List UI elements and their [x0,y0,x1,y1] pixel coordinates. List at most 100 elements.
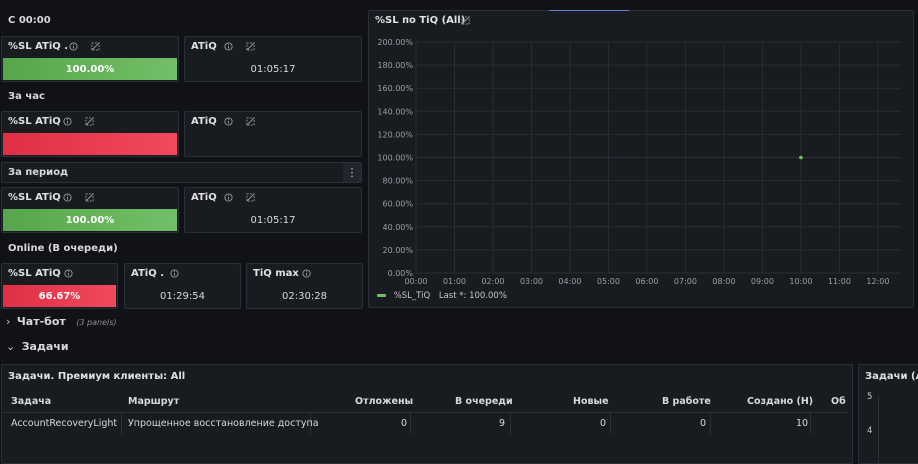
link-off-icon[interactable] [85,193,94,202]
row-title-tasks: Задачи [21,340,69,353]
info-icon[interactable] [63,117,72,126]
panel-title: %SL ATiQ [8,116,61,127]
stat-value: 01:05:17 [250,63,296,75]
y-tick-label: 40.00% [382,223,413,232]
info-icon[interactable] [63,193,72,202]
cell-created: 10 [796,418,809,429]
info-icon[interactable] [170,269,179,278]
panel-title: %SL ATiQ [8,192,61,203]
panel-tiq-max[interactable]: TiQ max 02:30:28 [246,263,363,309]
x-tick-label: 09:00 [751,277,774,286]
y-tick-label: 140.00% [377,107,413,116]
panel-sl-atiq-1[interactable]: %SL ATiQ . 100.00% [1,36,179,82]
stat-value: 01:29:54 [160,290,205,302]
table-header-postponed[interactable]: Отложены [355,396,413,407]
column-divider [710,412,711,434]
panel-atiq-4[interactable]: ATiQ . 01:29:54 [124,263,241,309]
panel-sl-atiq-4[interactable]: %SL ATiQ 66.67% [1,263,118,309]
stat-value: 02:30:28 [282,290,327,302]
link-off-icon[interactable] [246,42,255,51]
x-tick-label: 11:00 [828,277,851,286]
table-header-processed[interactable]: Обр [831,396,846,407]
cell-route: Упрощенное восстановление доступа [128,418,319,429]
legend-series-name: %SL_TiQ [393,291,431,301]
link-off-icon[interactable] [246,193,255,202]
stat-value: 01:05:17 [250,214,296,226]
table-header-new[interactable]: Новые [573,396,609,407]
section-per-period: За период [8,167,69,178]
data-point [799,155,803,160]
panel-sl-atiq-3[interactable]: %SL ATiQ 100.00% [1,187,179,233]
info-icon[interactable] [64,269,73,278]
chart-title: Задачи (All) [865,371,918,382]
section-per-period-bar: За период ⋮ [1,162,362,183]
panel-sl-atiq-2[interactable]: %SL ATiQ [1,111,179,157]
link-off-icon[interactable] [246,117,255,126]
panel-title: ATiQ [191,116,217,127]
y-tick-label: 100.00% [377,154,413,163]
y-tick-label: 120.00% [377,130,413,139]
cell-in-queue: 9 [499,418,506,429]
row-chatbot[interactable]: › Чат-бот (3 panels) [6,315,117,331]
panel-title: %SL ATiQ [8,268,61,279]
panel-title: TiQ max [253,268,299,279]
x-tick-label: 10:00 [789,277,812,286]
cell-new: 0 [600,418,607,429]
table-header-task[interactable]: Задача [11,396,51,407]
stat-value: 66.67% [3,285,116,307]
panel-atiq-3[interactable]: ATiQ 01:05:17 [184,187,362,233]
table-header-route[interactable]: Маршрут [128,396,179,407]
x-tick-label: 12:00 [866,277,889,286]
x-tick-label: 00:00 [404,277,427,286]
panel-title: %SL ATiQ . [8,41,69,52]
info-icon[interactable] [224,193,233,202]
column-divider [610,412,611,434]
chevron-right-icon: › [6,315,11,328]
x-tick-label: 03:00 [520,277,543,286]
panel-title: ATiQ . [131,268,164,279]
y-tick-label: 20.00% [382,246,413,255]
info-icon[interactable] [224,117,233,126]
chart-plot[interactable]: 0.00%20.00%40.00%60.00%80.00%100.00%120.… [369,11,915,309]
panel-sl-by-tiq-chart[interactable]: %SL по TiQ (All) 0.00% 20.00% 40.00% 60.00%… [368,10,914,308]
panel-tasks-chart[interactable]: Задачи (All) 5 4 [858,364,918,464]
chart-legend[interactable]: %SL_TiQ Last *: 100.00% [377,291,507,301]
column-divider [410,412,411,434]
section-since-midnight: С 00:00 [8,15,51,26]
info-icon[interactable] [69,42,78,51]
x-tick-label: 04:00 [558,277,581,286]
table-title: Задачи. Премиум клиенты: All [8,371,186,382]
column-divider [121,412,122,434]
link-off-icon[interactable] [91,42,100,51]
link-off-icon[interactable] [85,117,94,126]
table-header-in-queue[interactable]: В очереди [455,396,513,407]
y-tick-label: 160.00% [377,84,413,93]
info-icon[interactable] [224,42,233,51]
stat-value: 100.00% [3,209,177,231]
stat-value: 100.00% [3,58,177,80]
legend-color-swatch [377,294,386,297]
row-panel-count: (3 panels) [76,318,117,327]
stat-value [186,133,360,155]
table-header-in-progress[interactable]: В работе [662,396,711,407]
x-tick-label: 02:00 [481,277,504,286]
panel-atiq-1[interactable]: ATiQ 01:05:17 [184,36,362,82]
y-tick-label: 200.00% [377,38,413,47]
table-header-created[interactable]: Создано (Н) [747,396,813,407]
section-online: Online (В очереди) [8,243,118,254]
cell-task: AccountRecoveryLight [11,418,118,429]
stat-value [3,133,177,155]
row-title-chatbot: Чат-бот [16,315,66,328]
panel-title: ATiQ [191,41,217,52]
y-axis-line [878,395,879,463]
info-icon[interactable] [302,269,311,278]
section-per-hour: За час [8,91,45,102]
y-tick-label: 5 [867,392,873,402]
panel-atiq-2[interactable]: ATiQ [184,111,362,157]
row-tasks[interactable]: ⌄ Задачи [6,340,69,356]
menu-dots-button[interactable]: ⋮ [343,163,361,182]
panel-title: ATiQ [191,192,217,203]
chevron-down-icon: ⌄ [6,340,16,353]
x-tick-label: 08:00 [712,277,735,286]
legend-last-value: Last *: 100.00% [438,291,507,301]
